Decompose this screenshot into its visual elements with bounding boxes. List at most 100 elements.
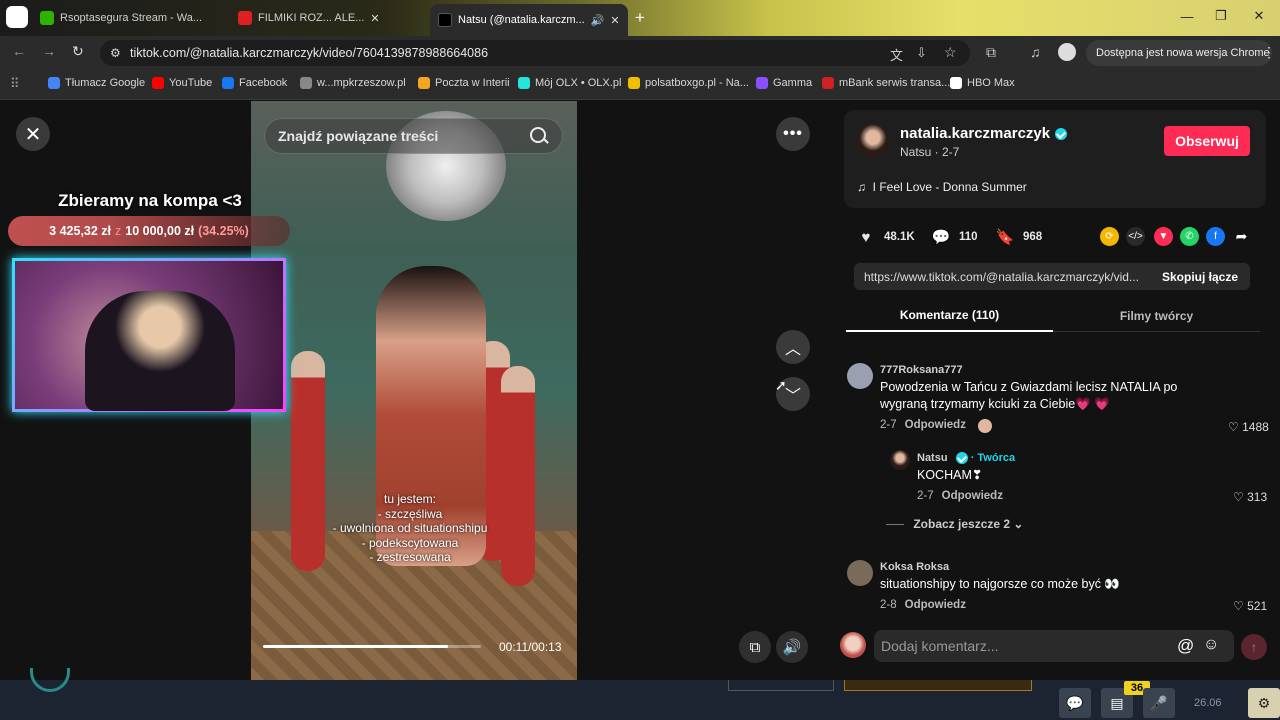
creator-username[interactable]: natalia.karczmarczyk xyxy=(900,125,1068,142)
video-player[interactable] xyxy=(251,101,577,680)
bookmark-item[interactable]: mBank serwis transa... xyxy=(822,77,950,89)
bookmark-label: Mój OLX • OLX.pl xyxy=(535,77,622,89)
bookmark-item[interactable]: YouTube xyxy=(152,77,212,89)
facebook-icon[interactable]: f xyxy=(1206,227,1225,246)
comment-like[interactable]: ♡ 521 xyxy=(1233,599,1267,613)
save-button[interactable]: 🔖 968 xyxy=(995,227,1043,247)
volume-button[interactable]: 🔊 xyxy=(776,631,808,663)
streamer-webcam xyxy=(12,258,286,412)
bookmark-favicon-icon xyxy=(48,77,60,89)
address-bar[interactable]: tiktok.com/@natalia.karczmarczyk/video/7… xyxy=(100,40,970,66)
bookmark-label: mBank serwis transa... xyxy=(839,77,951,89)
embed-icon[interactable]: </> xyxy=(1126,227,1145,246)
bookmark-item[interactable]: polsatboxgo.pl - Na... xyxy=(628,77,749,89)
comment-meta: 2-7 Odpowiedz xyxy=(880,419,966,431)
chrome-menu-icon[interactable] xyxy=(6,6,28,28)
media-control-icon[interactable]: ♫ xyxy=(1030,44,1041,60)
bookmark-item[interactable]: Gamma xyxy=(756,77,812,89)
reply-username[interactable]: Natsu · Twórca xyxy=(917,452,1016,465)
settings-gear-icon[interactable]: ⚙ xyxy=(1248,688,1280,718)
webcam-person xyxy=(85,291,235,411)
emoji-icon[interactable]: ☺ xyxy=(1203,636,1219,654)
follow-button[interactable]: Obserwuj xyxy=(1164,126,1250,156)
creator-subtitle: Natsu · 2-7 xyxy=(900,145,960,159)
whatsapp-icon[interactable]: ✆ xyxy=(1180,227,1199,246)
audio-playing-icon[interactable]: 🔊 xyxy=(591,14,605,27)
related-search-input[interactable]: Znajdź powiązane treści xyxy=(264,118,563,154)
microphone-icon[interactable]: 🎤 xyxy=(1143,688,1175,718)
profile-avatar[interactable] xyxy=(1058,43,1076,61)
comment-like-count: 521 xyxy=(1247,599,1268,613)
repost-icon[interactable]: ⟳ xyxy=(1100,227,1119,246)
bookmark-label: Poczta w Interii xyxy=(435,77,510,89)
close-video-button[interactable]: ✕ xyxy=(16,117,50,151)
see-more-replies[interactable]: Zobacz jeszcze 2 ⌄ xyxy=(886,517,1023,531)
install-icon[interactable]: ⇩ xyxy=(916,45,927,61)
browser-tab-2[interactable]: FILMIKI ROZ... ALE... ✕ xyxy=(238,6,418,30)
music-title: I Feel Love - Donna Summer xyxy=(872,180,1027,194)
bottom-panel-box xyxy=(728,680,834,691)
kebab-menu-icon[interactable]: ⋮ xyxy=(1262,44,1276,61)
chevron-down-icon: ⌄ xyxy=(1013,517,1024,531)
update-notice[interactable]: Dostępna jest nowa wersja Chrome xyxy=(1086,40,1272,66)
search-icon[interactable] xyxy=(530,127,546,143)
floating-player-button[interactable]: ⧉ xyxy=(739,631,771,663)
forward-icon[interactable]: → xyxy=(42,43,56,59)
site-info-icon[interactable]: ⚙ xyxy=(110,46,121,60)
tab-creator-videos[interactable]: Filmy twórcy xyxy=(1053,300,1260,332)
send-to-friends-icon[interactable]: ▼ xyxy=(1154,227,1173,246)
comment-like[interactable]: ♡ 1488 xyxy=(1228,420,1269,434)
reply-link[interactable]: Odpowiedz xyxy=(942,490,1003,502)
close-tab-icon[interactable]: ✕ xyxy=(610,14,619,27)
bookmark-item[interactable]: Mój OLX • OLX.pl xyxy=(518,77,621,89)
comment-count: 110 xyxy=(959,231,978,243)
more-options-button[interactable]: ••• xyxy=(776,117,810,151)
browser-tab-1[interactable]: Rsoptasegura Stream - Wa... xyxy=(40,6,220,30)
like-button[interactable]: ♥ 48.1K xyxy=(856,227,915,247)
bookmark-item[interactable]: Tłumacz Google xyxy=(48,77,145,89)
reply-like[interactable]: ♡ 313 xyxy=(1233,490,1267,504)
tab-comments[interactable]: Komentarze (110) xyxy=(846,300,1053,332)
back-icon[interactable]: ← xyxy=(12,43,26,59)
send-comment-button[interactable]: ↑ xyxy=(1241,634,1267,660)
reply-link[interactable]: Odpowiedz xyxy=(905,599,966,611)
bookmark-favicon-icon xyxy=(300,77,312,89)
browser-tab-active[interactable]: Natsu (@natalia.karczm... 🔊 ✕ xyxy=(430,4,628,36)
close-tab-icon[interactable]: ✕ xyxy=(370,12,379,25)
creator-tag: · Twórca xyxy=(970,452,1016,464)
save-count: 968 xyxy=(1023,231,1043,243)
mention-icon[interactable]: @ xyxy=(1177,636,1194,656)
close-window-button[interactable]: ✕ xyxy=(1236,0,1280,32)
extensions-icon[interactable]: ⧉ xyxy=(986,44,996,61)
donation-goal-title: Zbieramy na kompa <3 xyxy=(58,191,242,210)
creator-avatar[interactable] xyxy=(856,124,890,158)
donation-percent: (34.25%) xyxy=(198,224,249,238)
reload-icon[interactable]: ↻ xyxy=(72,43,84,60)
share-arrow-icon[interactable]: ➦ xyxy=(1232,227,1251,246)
youtube-icon xyxy=(238,11,252,25)
music-track[interactable]: ♫ I Feel Love - Donna Summer xyxy=(857,180,1027,194)
previous-video-button[interactable]: ︿ xyxy=(776,330,810,364)
comment-username[interactable]: 777Roksana777 xyxy=(880,364,963,376)
bookmark-favicon-icon xyxy=(950,77,962,89)
bookmark-item[interactable]: w...mpkrzeszow.pl xyxy=(300,77,406,89)
translate-icon[interactable]: 文 xyxy=(890,45,903,64)
bookmark-item[interactable]: HBO Max xyxy=(950,77,1015,89)
bookmark-star-icon[interactable]: ☆ xyxy=(944,44,957,61)
date-text: 26.06 xyxy=(1194,697,1222,709)
reply-avatar[interactable] xyxy=(890,450,910,470)
chat-icon[interactable]: 💬 xyxy=(1059,688,1091,718)
apps-icon[interactable]: ⠿ xyxy=(10,76,20,92)
reply-meta: 2-7 Odpowiedz xyxy=(917,490,1003,502)
user-avatar[interactable] xyxy=(840,632,866,658)
new-tab-button[interactable]: + xyxy=(630,8,650,28)
reply-link[interactable]: Odpowiedz xyxy=(905,419,966,431)
commenter-avatar[interactable] xyxy=(847,363,873,389)
like-count: 48.1K xyxy=(884,231,915,243)
comment-button[interactable]: 💬 110 xyxy=(931,227,978,247)
bookmark-item[interactable]: Poczta w Interii xyxy=(418,77,510,89)
copy-link-button[interactable]: Skopiuj łącze xyxy=(1150,263,1250,290)
comment-username[interactable]: Koksa Roksa xyxy=(880,561,949,573)
bookmark-item[interactable]: Facebook xyxy=(222,77,287,89)
commenter-avatar[interactable] xyxy=(847,560,873,586)
